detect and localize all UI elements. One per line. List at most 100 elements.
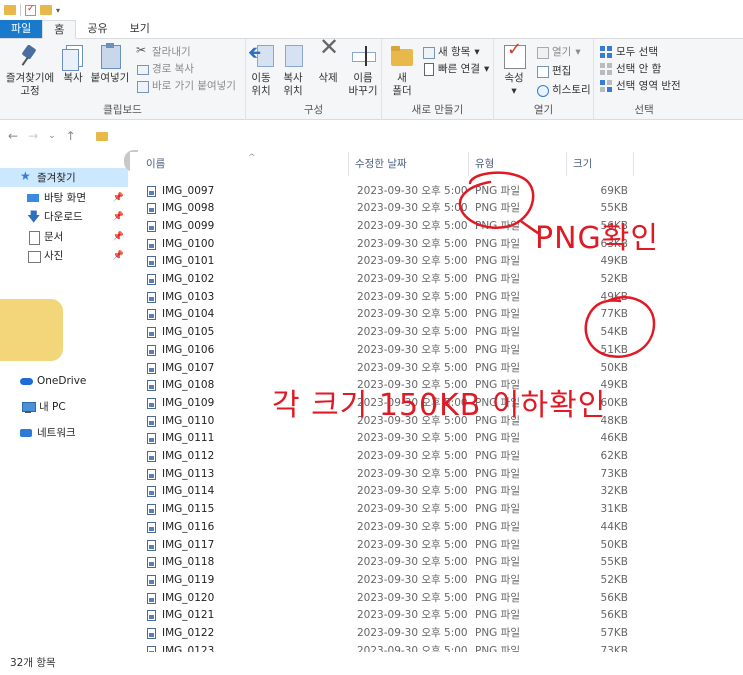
paste-shortcut-button[interactable]: 바로 가기 붙여넣기 — [136, 78, 236, 93]
column-header-type[interactable]: 유형 — [469, 152, 567, 176]
new-folder-button[interactable]: 새 폴더 — [388, 43, 416, 98]
table-row[interactable]: IMG_0103 2023-09-30 오후 5:00 PNG 파일 49KB — [130, 289, 743, 307]
easy-access-label: 빠른 연결 — [438, 63, 480, 75]
size-cell: 69KB — [600, 184, 628, 197]
delete-button[interactable]: 삭제 — [314, 41, 342, 85]
table-row[interactable]: IMG_0104 2023-09-30 오후 5:00 PNG 파일 77KB — [130, 306, 743, 324]
delete-icon — [315, 41, 341, 69]
date-cell: 2023-09-30 오후 5:00 — [357, 485, 468, 498]
paste-icon — [97, 43, 123, 69]
back-arrow-icon[interactable]: ← — [8, 129, 18, 143]
edit-button[interactable]: 편집 — [536, 63, 571, 78]
type-cell: PNG 파일 — [475, 538, 520, 551]
table-row[interactable]: IMG_0111 2023-09-30 오후 5:00 PNG 파일 46KB — [130, 430, 743, 448]
invert-selection-icon — [600, 79, 612, 92]
copy-to-icon — [280, 43, 306, 69]
tab-view[interactable]: 보기 — [119, 20, 161, 38]
table-row[interactable]: IMG_0118 2023-09-30 오후 5:00 PNG 파일 55KB — [130, 554, 743, 572]
column-header-name[interactable]: 이름 ^ — [140, 152, 349, 176]
new-group-label: 새로 만들기 — [411, 104, 464, 116]
network-icon — [20, 427, 32, 439]
table-row[interactable]: IMG_0106 2023-09-30 오후 5:00 PNG 파일 51KB — [130, 342, 743, 360]
type-cell: PNG 파일 — [475, 361, 520, 374]
paste-button[interactable]: 붙여넣기 — [88, 43, 132, 85]
table-row[interactable]: IMG_0112 2023-09-30 오후 5:00 PNG 파일 62KB — [130, 448, 743, 466]
select-group-label: 선택 — [634, 104, 654, 116]
nav-network[interactable]: 네트워크 — [0, 423, 128, 442]
nav-item-pictures[interactable]: 사진 📌 — [0, 246, 128, 265]
column-header-date[interactable]: 수정한 날짜 — [349, 152, 469, 176]
new-item-button[interactable]: 새 항목 ▾ — [422, 44, 480, 59]
item-count: 32개 항목 — [10, 657, 56, 669]
move-to-button[interactable]: 이동 위치 — [246, 43, 276, 98]
size-cell: 46KB — [600, 432, 628, 445]
copyto-label-1: 복사 — [283, 72, 303, 84]
cut-label: 잘라내기 — [152, 46, 191, 58]
table-row[interactable]: IMG_0117 2023-09-30 오후 5:00 PNG 파일 50KB — [130, 537, 743, 555]
up-arrow-icon[interactable]: ↑ — [66, 129, 76, 143]
tab-file[interactable]: 파일 — [0, 20, 43, 38]
column-header-size[interactable]: 크기 — [567, 152, 634, 176]
table-row[interactable]: IMG_0113 2023-09-30 오후 5:00 PNG 파일 73KB — [130, 466, 743, 484]
tab-home[interactable]: 홈 — [42, 20, 77, 39]
edit-label: 편집 — [552, 65, 572, 77]
png-file-icon — [147, 274, 156, 285]
pin-quick-access-button[interactable]: 즐겨찾기에 고정 — [2, 43, 58, 98]
file-name-cell: IMG_0105 — [162, 326, 215, 339]
table-row[interactable]: IMG_0115 2023-09-30 오후 5:00 PNG 파일 31KB — [130, 501, 743, 519]
copy-to-button[interactable]: 복사 위치 — [278, 43, 308, 98]
nav-item-documents[interactable]: 문서 📌 — [0, 227, 128, 246]
recent-chevron-icon[interactable]: ⌄ — [48, 131, 56, 141]
table-row[interactable]: IMG_0122 2023-09-30 오후 5:00 PNG 파일 57KB — [130, 625, 743, 643]
file-name-cell: IMG_0106 — [162, 343, 215, 356]
table-row[interactable]: IMG_0119 2023-09-30 오후 5:00 PNG 파일 52KB — [130, 572, 743, 590]
file-name-cell: IMG_0112 — [162, 450, 215, 462]
table-row[interactable]: IMG_0097 2023-09-30 오후 5:00 PNG 파일 69KB — [130, 183, 743, 201]
png-file-icon — [147, 504, 156, 516]
easy-access-button[interactable]: 빠른 연결 ▾ — [422, 61, 489, 76]
png-file-icon — [147, 610, 156, 622]
invert-selection-button[interactable]: 선택 영역 반전 — [600, 78, 681, 93]
select-none-button[interactable]: 선택 안 함 — [600, 61, 661, 76]
properties-button[interactable]: 속성 ▾ — [500, 43, 528, 98]
open-button[interactable]: 열기 ▾ — [536, 44, 581, 59]
nav-this-pc[interactable]: 내 PC — [0, 397, 128, 416]
table-row[interactable]: IMG_0120 2023-09-30 오후 5:00 PNG 파일 56KB — [130, 590, 743, 608]
column-header-label: 수정한 날짜 — [355, 158, 407, 170]
chevron-down-icon[interactable]: ▾ — [56, 6, 60, 15]
table-row[interactable]: IMG_0102 2023-09-30 오후 5:00 PNG 파일 52KB — [130, 271, 743, 289]
table-row[interactable]: IMG_0121 2023-09-30 오후 5:00 PNG 파일 56KB — [130, 607, 743, 625]
select-all-button[interactable]: 모두 선택 — [600, 44, 658, 59]
table-row[interactable]: IMG_0107 2023-09-30 오후 5:00 PNG 파일 50KB — [130, 360, 743, 378]
rename-label-1: 이름 — [353, 72, 373, 84]
table-row[interactable]: IMG_0105 2023-09-30 오후 5:00 PNG 파일 54KB — [130, 324, 743, 342]
column-header-label: 유형 — [475, 158, 495, 170]
nav-item-downloads[interactable]: 다운로드 📌 — [0, 207, 128, 230]
computer-icon — [22, 401, 36, 413]
rename-button[interactable]: 이름 바꾸기 — [346, 43, 380, 98]
clipboard-group: 즐겨찾기에 고정 복사 붙여넣기 잘라내기 경로 복사 바로 가기 붙여넣기 클… — [0, 39, 246, 120]
size-cell: 31KB — [600, 503, 628, 516]
new-folder-quick-icon[interactable] — [40, 5, 52, 15]
file-name-cell: IMG_0110 — [162, 414, 215, 427]
nav-onedrive[interactable]: OneDrive — [0, 371, 128, 390]
table-row[interactable]: IMG_0114 2023-09-30 오후 5:00 PNG 파일 32KB — [130, 483, 743, 501]
copy-path-button[interactable]: 경로 복사 — [136, 61, 194, 76]
nav-item-desktop[interactable]: 바탕 화면 📌 — [0, 188, 128, 207]
png-file-icon — [147, 185, 156, 197]
history-button[interactable]: 히스토리 — [536, 82, 591, 97]
forward-arrow-icon[interactable]: → — [28, 129, 38, 143]
copy-button[interactable]: 복사 — [58, 43, 88, 85]
file-name-cell: IMG_0121 — [162, 609, 215, 622]
divider — [20, 4, 21, 16]
size-cell: 55KB — [600, 556, 628, 569]
table-row[interactable]: IMG_0116 2023-09-30 오후 5:00 PNG 파일 44KB — [130, 519, 743, 537]
properties-quick-icon[interactable] — [25, 4, 36, 16]
navigation-pane: 즐겨찾기 바탕 화면 📌 다운로드 📌 문서 📌 사진 📌 OneDrive 내… — [0, 152, 128, 652]
png-file-icon — [147, 415, 156, 427]
tab-share[interactable]: 공유 — [76, 20, 118, 38]
nav-quick-access[interactable]: 즐겨찾기 — [0, 168, 128, 187]
cut-button[interactable]: 잘라내기 — [136, 43, 191, 59]
png-file-icon — [147, 291, 156, 303]
easy-access-icon — [422, 62, 434, 76]
